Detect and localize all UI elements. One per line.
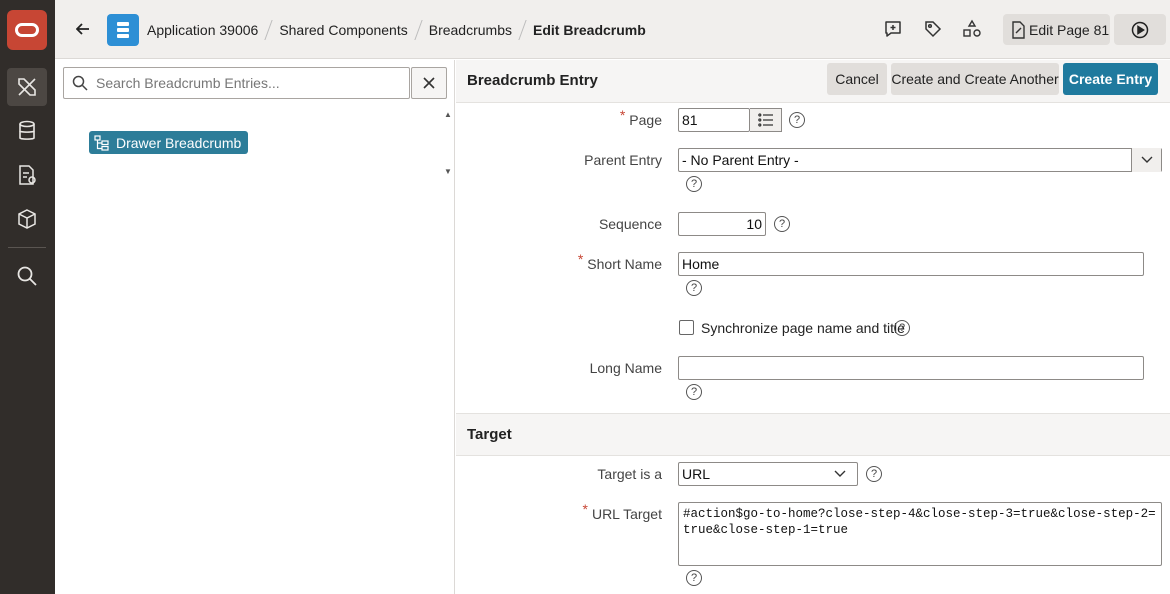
synchronize-label: Synchronize page name and title [701,320,905,336]
target-type-value: URL [682,466,711,482]
required-marker: * [619,107,626,123]
breadcrumb-separator [414,19,423,40]
target-type-select[interactable]: URL [678,462,858,486]
app-builder-icon[interactable] [7,68,47,106]
short-name-label: * Short Name [462,251,662,272]
rail-divider [8,247,46,248]
breadcrumb-entry-region-header: Breadcrumb Entry Cancel Create and Creat… [456,60,1170,103]
chevron-down-icon [834,470,846,477]
page-label-text: Page [629,112,662,128]
breadcrumb-separator [264,19,273,40]
search-input[interactable] [96,75,396,91]
search-icon[interactable] [7,257,47,295]
synchronize-help-icon[interactable]: ? [894,320,910,336]
hierarchy-icon [94,134,109,151]
add-comment-icon[interactable] [882,18,904,40]
cancel-button[interactable]: Cancel [827,63,887,95]
edit-page-icon [1012,20,1025,39]
edit-form: Breadcrumb Entry Cancel Create and Creat… [456,60,1170,594]
search-icon [72,75,88,91]
synchronize-checkbox[interactable] [679,320,694,335]
sequence-help-icon[interactable]: ? [774,216,790,232]
target-region-header: Target [456,413,1170,456]
edit-page-label: Edit Page 81 [1029,21,1110,38]
required-marker: * [577,251,584,267]
tree-node-label: Drawer Breadcrumb [116,134,242,151]
breadcrumb-tree-panel: ▲ ▼ Drawer Breadcrumb [55,60,455,594]
create-and-create-another-button[interactable]: Create and Create Another [891,63,1059,95]
close-icon [423,77,435,89]
list-of-values-button[interactable] [750,108,782,132]
shared-components-icon[interactable] [961,18,983,40]
long-name-label: Long Name [589,360,662,376]
tag-icon[interactable] [922,18,944,40]
breadcrumb: Application 39006 Shared Components Brea… [147,0,646,59]
chevron-down-icon[interactable] [1131,148,1161,172]
application-icon[interactable] [107,14,139,46]
url-target-label: * URL Target [462,501,663,522]
breadcrumb-separator [518,19,527,40]
edit-page-button[interactable]: Edit Page 81 [1003,14,1110,45]
target-is-help-icon[interactable]: ? [866,466,882,482]
create-entry-button[interactable]: Create Entry [1063,63,1158,95]
breadcrumb-application[interactable]: Application 39006 [147,22,258,38]
run-page-button[interactable] [1114,14,1166,45]
tree-node-drawer-breadcrumb[interactable]: Drawer Breadcrumb [89,131,249,154]
breadcrumb-current: Edit Breadcrumb [533,21,646,38]
page-field[interactable]: 81 [678,108,750,132]
parent-entry-value: - No Parent Entry - [682,152,799,168]
back-arrow-icon[interactable] [73,18,93,40]
team-development-icon[interactable] [7,156,47,194]
clear-search-button[interactable] [411,67,447,99]
search-field[interactable] [63,67,410,99]
url-target-textarea[interactable]: #action$go-to-home?close-step-4&close-st… [678,502,1162,566]
scroll-down-arrow-icon[interactable]: ▼ [444,167,452,176]
sequence-field[interactable]: 10 [678,212,766,236]
region-title: Breadcrumb Entry [467,72,598,89]
page-label: * Page [462,107,662,128]
long-name-help-icon[interactable]: ? [686,384,702,400]
scroll-up-arrow-icon[interactable]: ▲ [444,110,452,119]
breadcrumb-shared-components[interactable]: Shared Components [279,22,407,38]
parent-entry-label: Parent Entry [584,152,662,168]
required-marker: * [582,501,588,517]
long-name-field[interactable] [678,356,1144,380]
sequence-label: Sequence [598,216,662,232]
url-target-help-icon[interactable]: ? [686,570,702,586]
target-is-label: Target is a [597,466,662,482]
target-title: Target [467,426,512,443]
parent-entry-help-icon[interactable]: ? [686,176,702,192]
sql-workshop-icon[interactable] [7,112,47,150]
short-name-field[interactable]: Home [678,252,1144,276]
short-name-label-text: Short Name [587,256,662,272]
top-header: Application 39006 Shared Components Brea… [55,0,1170,59]
breadcrumb-breadcrumbs[interactable]: Breadcrumbs [429,22,512,38]
page-help-icon[interactable]: ? [789,112,805,128]
parent-entry-select[interactable]: - No Parent Entry - [678,148,1162,172]
play-icon [1131,21,1149,38]
short-name-help-icon[interactable]: ? [686,280,702,296]
gallery-icon[interactable] [7,200,47,238]
left-nav-rail [0,0,55,594]
oracle-logo-icon[interactable] [7,10,47,50]
url-target-label-text: URL Target [591,506,662,522]
list-icon [757,113,773,127]
